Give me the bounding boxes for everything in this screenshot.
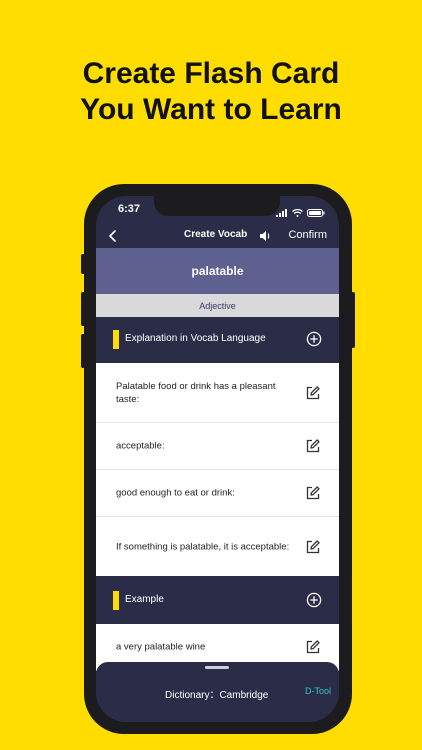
d-tool-button[interactable]: D-Tool: [305, 686, 331, 696]
dictionary-bottom-sheet[interactable]: Dictionary：Cambridge D-Tool: [96, 662, 339, 722]
headline: Create Flash Card You Want to Learn: [0, 56, 422, 128]
list-item[interactable]: good enough to eat or drink:: [96, 470, 339, 517]
status-icons: [276, 204, 325, 222]
explanation-list: Palatable food or drink has a pleasant t…: [96, 363, 339, 576]
nav-bar: Create Vocab Confirm: [96, 224, 339, 248]
section-accent-bar: [113, 591, 119, 610]
edit-icon[interactable]: [305, 485, 321, 501]
status-time: 6:37: [118, 203, 141, 215]
plus-circle-icon[interactable]: [306, 592, 322, 608]
example-section-label: Example: [125, 594, 164, 605]
list-item-text: a very palatable wine: [116, 641, 206, 653]
list-item-text: Palatable food or drink has a pleasant t…: [116, 380, 276, 405]
sheet-drag-handle[interactable]: [205, 666, 229, 669]
section-accent-bar: [113, 330, 119, 349]
phone-screen: 6:37 Create Vocab Confirm palatable Adje…: [96, 196, 339, 722]
list-item-text: If something is palatable, it is accepta…: [116, 541, 290, 552]
back-chevron-icon[interactable]: [106, 228, 120, 244]
list-item[interactable]: acceptable:: [96, 423, 339, 470]
explanation-section-label: Explanation in Vocab Language: [125, 333, 266, 344]
list-item-text: good enough to eat or drink:: [116, 487, 235, 499]
list-item[interactable]: Palatable food or drink has a pleasant t…: [96, 363, 339, 423]
part-of-speech: Adjective: [96, 294, 339, 317]
plus-circle-icon[interactable]: [306, 331, 322, 347]
edit-icon[interactable]: [305, 539, 321, 555]
dictionary-selector[interactable]: Dictionary：Cambridge: [165, 686, 268, 701]
battery-icon: [307, 204, 325, 222]
list-item-text: acceptable:: [116, 440, 165, 452]
headline-line-2: You Want to Learn: [80, 93, 342, 126]
example-section-header: Example: [96, 578, 339, 624]
explanation-section-header: Explanation in Vocab Language: [96, 317, 339, 363]
wifi-icon: [292, 204, 303, 222]
confirm-button[interactable]: Confirm: [288, 229, 327, 241]
speaker-icon[interactable]: [258, 229, 272, 243]
edit-icon[interactable]: [305, 639, 321, 655]
phone-notch: [154, 196, 280, 216]
list-item[interactable]: If something is palatable, it is accepta…: [96, 517, 339, 576]
edit-icon[interactable]: [305, 438, 321, 454]
page-title: Create Vocab: [184, 229, 248, 240]
headline-line-1: Create Flash Card: [82, 57, 340, 90]
vocab-word: palatable: [96, 248, 339, 294]
edit-icon[interactable]: [305, 385, 321, 401]
